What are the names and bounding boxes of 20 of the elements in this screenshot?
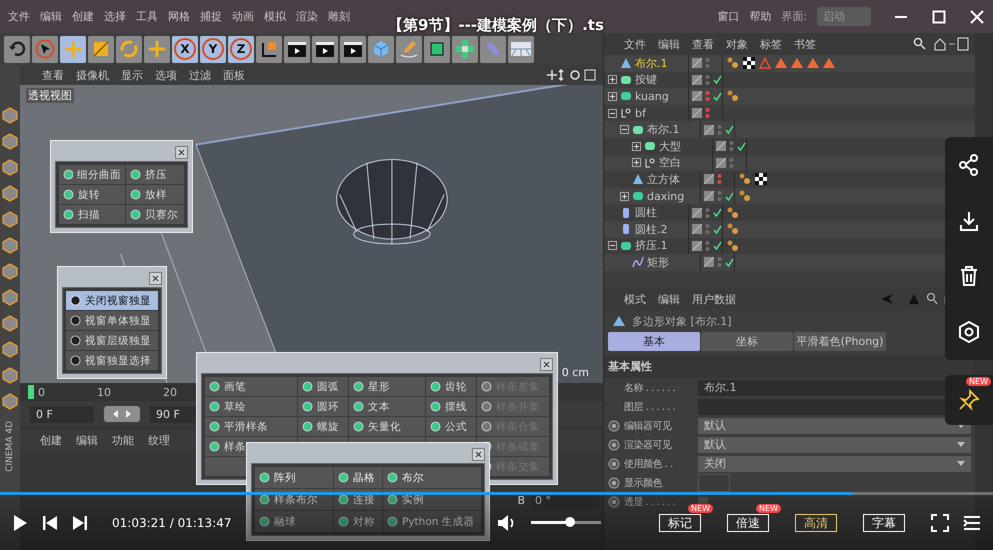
frame-number: 0 [38, 386, 45, 398]
frame-number: 10 [97, 386, 111, 398]
field-label: 名称 . . . . . . [624, 382, 676, 394]
field-label: 使用颜色 . . [624, 458, 674, 470]
field-label: 图层 . . . . . . [624, 400, 676, 414]
playback-time: 01:03:21 / 01:13:47 [112, 516, 232, 530]
layout-label: 界面: [781, 9, 807, 24]
object-title: 多边形对象 [布尔.1] [632, 314, 732, 328]
section-header: 基本属性 [604, 355, 975, 378]
field-label: 渲染器可见 [624, 438, 673, 452]
video-title: 【第9节】---建模案例（下）.ts [388, 16, 604, 35]
field-label: 编辑器可见 [624, 420, 673, 432]
view-label: 透视视图 [26, 88, 74, 103]
brand-text: CINEMA 4D [5, 421, 15, 472]
frame-number: 20 [163, 386, 177, 398]
grid-scale-label: 0 cm [562, 366, 589, 379]
new-badge: NEW [966, 377, 991, 386]
field-label: 透显 . . . . . . [624, 496, 676, 508]
field-label: 显示颜色 [624, 476, 664, 490]
coordinate-label: B [517, 494, 525, 507]
